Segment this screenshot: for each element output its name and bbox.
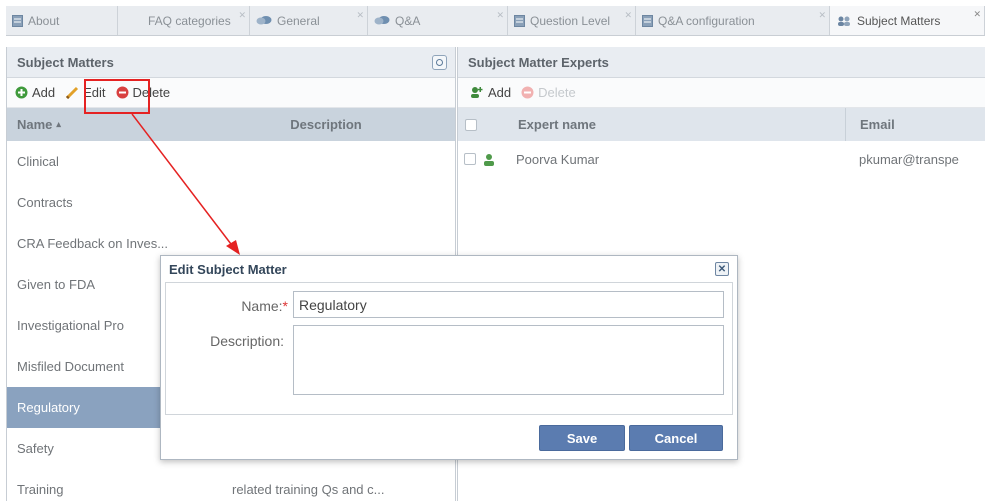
add-label: Add [32, 85, 56, 100]
tab-label: Question Level [530, 13, 611, 28]
panel-title-text: Subject Matter Experts [468, 54, 609, 70]
required-indicator: * [282, 298, 288, 314]
tab-faq-categories[interactable]: FAQ categories ✕ [118, 6, 250, 35]
document-icon [514, 14, 525, 27]
description-field[interactable] [293, 325, 724, 395]
edit-subject-matter-dialog: Edit Subject Matter ✕ Name:* Description… [160, 255, 738, 460]
dialog-form: Name:* Description: [165, 282, 733, 415]
cancel-label: Cancel [654, 430, 698, 446]
close-icon[interactable]: ✕ [715, 262, 729, 276]
add-label: Add [488, 85, 512, 100]
name-label-text: Name: [241, 298, 283, 314]
save-label: Save [566, 430, 598, 446]
add-icon [15, 86, 28, 99]
row-name: Training [17, 482, 64, 497]
tab-question-level[interactable]: Question Level ✕ [508, 6, 636, 35]
table-row[interactable]: Contracts [7, 182, 455, 223]
tab-label: About [28, 13, 60, 28]
speech-bubble-icon [256, 15, 272, 26]
document-icon [12, 14, 23, 27]
dialog-title-text: Edit Subject Matter [169, 261, 287, 277]
tab-about[interactable]: About [6, 6, 118, 35]
description-label-text: Description: [210, 333, 284, 349]
document-icon [642, 14, 653, 27]
row-description: related training Qs and c... [232, 482, 385, 497]
save-button[interactable]: Save [539, 425, 625, 451]
description-label: Description: [166, 333, 284, 349]
column-name-label: Name [17, 117, 53, 132]
row-checkbox[interactable] [458, 153, 478, 165]
add-user-icon [470, 86, 484, 99]
collapse-icon [436, 59, 443, 66]
close-icon[interactable]: ✕ [356, 10, 364, 21]
delete-expert-button[interactable]: Delete [521, 85, 576, 100]
tab-bar: About FAQ categories ✕ General ✕ Q&A ✕ Q… [6, 6, 985, 36]
pencil-icon [65, 86, 79, 100]
grid-header: Name ▴ Description [7, 108, 455, 141]
table-row[interactable]: Poorva Kumar pkumar@transpe [458, 141, 985, 177]
dialog-title: Edit Subject Matter ✕ [161, 256, 737, 282]
delete-icon [521, 86, 534, 99]
collapse-button[interactable] [432, 55, 447, 70]
sort-asc-icon: ▴ [56, 119, 61, 129]
speech-bubble-icon [374, 15, 390, 26]
column-header-expert-name[interactable]: Expert name [498, 108, 845, 141]
panel-title: Subject Matter Experts [458, 47, 985, 78]
tab-qa[interactable]: Q&A ✕ [368, 6, 508, 35]
experts-list: Poorva Kumar pkumar@transpe [458, 141, 985, 177]
panel-title-text: Subject Matters [17, 54, 114, 70]
tab-label: Q&A [395, 13, 421, 28]
select-all-checkbox[interactable] [458, 108, 498, 141]
checkbox[interactable] [464, 153, 476, 165]
close-icon[interactable]: ✕ [818, 10, 826, 21]
user-icon [478, 153, 500, 166]
close-icon[interactable]: ✕ [973, 9, 981, 20]
tab-label: Q&A configuration [658, 13, 755, 28]
cancel-button[interactable]: Cancel [629, 425, 723, 451]
close-icon[interactable]: ✕ [238, 10, 246, 21]
tab-label: Subject Matters [857, 13, 941, 28]
name-label: Name:* [166, 298, 288, 314]
checkbox[interactable] [465, 118, 477, 131]
delete-label: Delete [538, 85, 576, 100]
expert-email: pkumar@transpe [859, 151, 959, 167]
panel-title: Subject Matters [7, 47, 455, 78]
table-row[interactable]: Training related training Qs and c... [7, 469, 455, 501]
column-description-label: Description [290, 117, 362, 132]
row-name: CRA Feedback on Inves... [17, 236, 169, 251]
expert-name: Poorva Kumar [516, 151, 600, 167]
grid-header: Expert name Email [458, 108, 985, 141]
close-icon[interactable]: ✕ [496, 10, 504, 21]
close-icon[interactable]: ✕ [624, 10, 632, 21]
column-expert-name-label: Expert name [518, 117, 597, 132]
column-email-label: Email [860, 117, 895, 132]
toolbar: Add Edit Delete [7, 78, 455, 108]
edit-highlight-box [84, 79, 150, 114]
tab-general[interactable]: General ✕ [250, 6, 368, 35]
tab-label: General [277, 13, 320, 28]
column-header-email[interactable]: Email [845, 108, 895, 141]
table-row[interactable]: Clinical [7, 141, 455, 182]
users-icon [836, 15, 852, 27]
toolbar: Add Delete [458, 78, 985, 108]
add-expert-button[interactable]: Add [470, 85, 511, 100]
row-name: Contracts [17, 195, 73, 210]
tab-label: FAQ categories [148, 13, 231, 28]
row-name: Clinical [17, 154, 59, 169]
name-field[interactable] [293, 291, 724, 318]
column-header-description[interactable]: Description [217, 108, 435, 141]
tab-qa-configuration[interactable]: Q&A configuration ✕ [636, 6, 830, 35]
tab-subject-matters[interactable]: Subject Matters ✕ [830, 6, 985, 35]
add-button[interactable]: Add [15, 85, 55, 100]
